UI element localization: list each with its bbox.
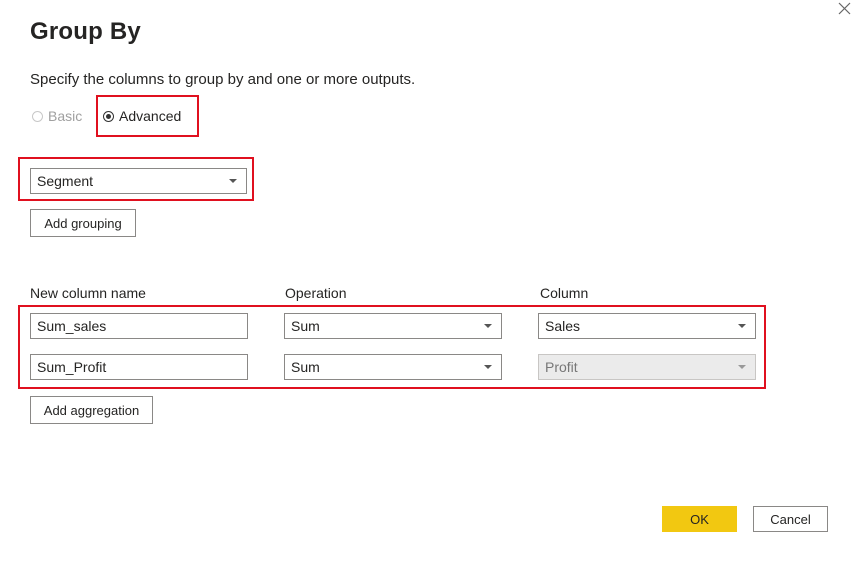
group-by-column-value: Segment — [37, 173, 94, 189]
column-dropdown[interactable]: Sales — [538, 313, 756, 339]
aggregation-name-input[interactable]: Sum_sales — [30, 313, 248, 339]
add-aggregation-button[interactable]: Add aggregation — [30, 396, 153, 424]
chevron-down-icon — [484, 324, 492, 328]
basic-radio-option[interactable]: Basic — [32, 108, 82, 124]
cancel-button[interactable]: Cancel — [753, 506, 828, 532]
chevron-down-icon — [229, 179, 237, 183]
operation-value: Sum — [291, 318, 320, 334]
chevron-down-icon — [738, 365, 746, 369]
advanced-radio-option[interactable]: Advanced — [103, 108, 181, 124]
advanced-radio[interactable] — [103, 110, 114, 122]
operation-dropdown[interactable]: Sum — [284, 354, 502, 380]
basic-radio[interactable] — [32, 110, 43, 122]
advanced-radio-label: Advanced — [119, 108, 182, 124]
operation-value: Sum — [291, 359, 320, 375]
basic-radio-label: Basic — [48, 108, 83, 124]
column-value: Profit — [545, 359, 578, 375]
operation-dropdown[interactable]: Sum — [284, 313, 502, 339]
add-grouping-button[interactable]: Add grouping — [30, 209, 136, 237]
close-icon[interactable] — [836, 0, 854, 18]
header-new-column-name: New column name — [30, 285, 146, 301]
chevron-down-icon — [738, 324, 746, 328]
column-dropdown[interactable]: Profit — [538, 354, 756, 380]
group-by-column-dropdown[interactable]: Segment — [30, 168, 247, 194]
chevron-down-icon — [484, 365, 492, 369]
ok-button[interactable]: OK — [662, 506, 737, 532]
aggregation-name-input[interactable]: Sum_Profit — [30, 354, 248, 380]
column-value: Sales — [545, 318, 581, 334]
dialog-subtitle: Specify the columns to group by and one … — [30, 71, 416, 88]
dialog-title: Group By — [30, 18, 141, 45]
header-column: Column — [540, 285, 589, 301]
header-operation: Operation — [285, 285, 347, 301]
